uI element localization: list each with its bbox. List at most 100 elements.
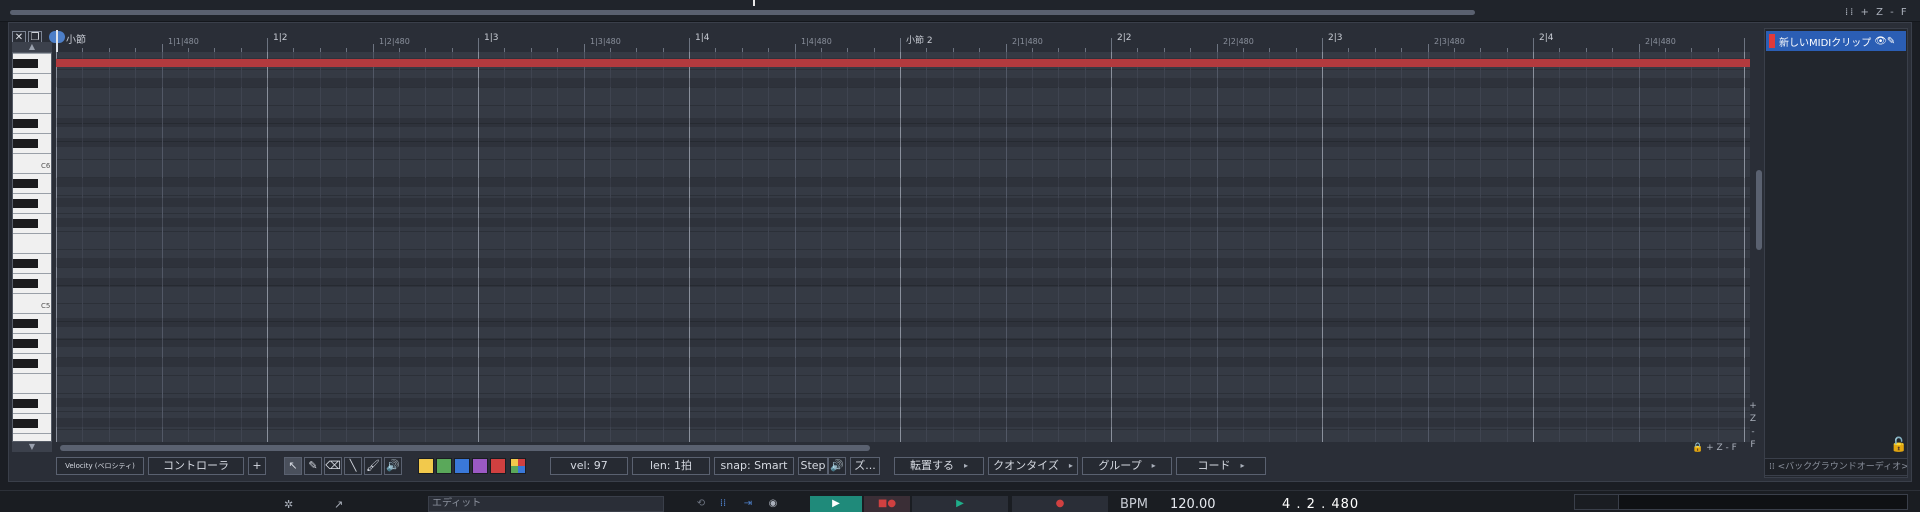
black-key[interactable] bbox=[13, 219, 38, 228]
play-button[interactable]: ▶ bbox=[912, 496, 1008, 512]
arrow-icon[interactable]: ↗ bbox=[334, 498, 354, 511]
line-tool-icon[interactable]: ╲ bbox=[344, 457, 362, 475]
color-swatch[interactable] bbox=[418, 458, 434, 474]
eraser-tool-icon[interactable]: ⌫ bbox=[324, 457, 342, 475]
white-key[interactable] bbox=[13, 273, 51, 274]
white-key[interactable] bbox=[13, 293, 51, 294]
black-key[interactable] bbox=[13, 359, 38, 368]
return-icon[interactable]: ⇥ bbox=[740, 496, 756, 512]
white-key[interactable] bbox=[13, 353, 51, 354]
brush-tool-icon[interactable]: 🖌 bbox=[364, 457, 382, 475]
gear-icon[interactable]: ✲ bbox=[284, 498, 296, 511]
white-key[interactable] bbox=[13, 193, 51, 194]
pencil-tool-icon[interactable]: ✎ bbox=[304, 457, 322, 475]
clip-list-item[interactable]: 新しいMIDIクリップ 👁✎ bbox=[1766, 31, 1906, 51]
zoom-fit-icon[interactable]: F bbox=[1747, 439, 1759, 452]
piano-keyboard[interactable]: C6C5C4 bbox=[12, 52, 52, 442]
edit-mode-field[interactable]: エディット bbox=[428, 496, 664, 512]
level-meter bbox=[1618, 494, 1908, 510]
black-key[interactable] bbox=[13, 79, 38, 88]
add-lane-button[interactable]: + bbox=[248, 457, 266, 475]
white-key[interactable] bbox=[13, 433, 51, 434]
black-key[interactable] bbox=[13, 199, 38, 208]
position-readout[interactable]: 4 . 2 . 480 bbox=[1282, 497, 1359, 512]
white-key[interactable] bbox=[13, 313, 51, 314]
zoom-in-icon[interactable]: + bbox=[1747, 400, 1759, 413]
note-grid[interactable] bbox=[56, 52, 1750, 442]
horizontal-zoom-controls[interactable]: 🔒 + Z - F bbox=[1692, 443, 1737, 453]
clip-start-marker[interactable] bbox=[56, 30, 58, 54]
loop-icon[interactable]: ⟲ bbox=[694, 496, 708, 512]
metronome-icon[interactable]: ◉ bbox=[764, 496, 782, 512]
transpose-menu[interactable]: 転置する bbox=[894, 457, 984, 475]
chord-menu[interactable]: コード bbox=[1176, 457, 1266, 475]
bpm-field[interactable]: 120.00 bbox=[1170, 497, 1216, 512]
quantize-menu[interactable]: クオンタイズ bbox=[988, 457, 1078, 475]
record-mode-button[interactable]: ■● bbox=[864, 496, 910, 512]
punch-icon[interactable]: ⁞⁞ bbox=[716, 496, 730, 512]
lock-icon[interactable]: 🔓 bbox=[1890, 437, 1907, 453]
black-key[interactable] bbox=[13, 179, 38, 188]
group-menu[interactable]: グループ bbox=[1082, 457, 1172, 475]
black-key[interactable] bbox=[13, 339, 38, 348]
white-key[interactable] bbox=[13, 213, 51, 214]
white-key[interactable] bbox=[13, 413, 51, 414]
white-key[interactable] bbox=[13, 53, 51, 54]
clip-visibility-edit-icon[interactable]: 👁✎ bbox=[1874, 36, 1895, 47]
vertical-zoom-controls[interactable]: + Z - F bbox=[1747, 400, 1759, 452]
white-key[interactable] bbox=[13, 133, 51, 134]
white-key[interactable] bbox=[13, 153, 51, 154]
controller-lane-button[interactable]: コントローラ bbox=[148, 457, 244, 475]
speaker-tool-icon[interactable]: 🔊 bbox=[384, 457, 402, 475]
black-key[interactable] bbox=[13, 119, 38, 128]
length-field[interactable]: len: 1拍 bbox=[632, 457, 710, 475]
black-key[interactable] bbox=[13, 59, 38, 68]
grid-line bbox=[1032, 52, 1033, 442]
velocity-field[interactable]: vel: 97 bbox=[550, 457, 628, 475]
arrangement-horizontal-scrollbar[interactable] bbox=[10, 10, 1475, 15]
grid-horizontal-scrollbar[interactable] bbox=[60, 445, 870, 451]
black-key[interactable] bbox=[13, 419, 38, 428]
overview-playhead bbox=[753, 0, 755, 6]
white-key[interactable] bbox=[13, 93, 51, 94]
clip-list-panel bbox=[1764, 28, 1908, 478]
grid-line bbox=[425, 52, 426, 442]
midi-clip-region-bar[interactable] bbox=[56, 59, 1750, 67]
midi-input-button[interactable]: ▶ bbox=[810, 496, 862, 512]
piano-scroll-up-icon[interactable]: ▲ bbox=[12, 42, 52, 52]
speaker-icon[interactable]: 🔊 bbox=[828, 457, 846, 475]
color-swatch[interactable] bbox=[436, 458, 452, 474]
white-key[interactable] bbox=[13, 233, 51, 234]
multi-color-swatch[interactable] bbox=[510, 458, 526, 474]
color-swatch[interactable] bbox=[454, 458, 470, 474]
record-button[interactable]: ● bbox=[1012, 496, 1108, 512]
step-input-button[interactable]: Step bbox=[798, 457, 828, 475]
white-key[interactable] bbox=[13, 333, 51, 334]
white-key[interactable] bbox=[13, 253, 51, 254]
grid-vertical-scrollbar[interactable] bbox=[1756, 170, 1762, 250]
octave-label: C6 bbox=[41, 162, 51, 170]
black-key[interactable] bbox=[13, 259, 38, 268]
white-key[interactable] bbox=[13, 393, 51, 394]
background-audio-selector[interactable]: ⁞⁞ <バックグラウンドオーディオ> bbox=[1764, 458, 1908, 476]
pointer-tool-icon[interactable]: ↖ bbox=[284, 457, 302, 475]
white-key[interactable] bbox=[13, 373, 51, 374]
color-swatch[interactable] bbox=[472, 458, 488, 474]
white-key[interactable] bbox=[13, 173, 51, 174]
ruler-label: 2|3|480 bbox=[1434, 37, 1465, 46]
color-swatch[interactable] bbox=[490, 458, 506, 474]
snap-field[interactable]: snap: Smart bbox=[714, 457, 794, 475]
z-button[interactable]: ズ... bbox=[850, 457, 880, 475]
zoom-out-icon[interactable]: - bbox=[1747, 426, 1759, 439]
black-key[interactable] bbox=[13, 319, 38, 328]
white-key[interactable] bbox=[13, 73, 51, 74]
black-key[interactable] bbox=[13, 139, 38, 148]
piano-scroll-down-icon[interactable]: ▼ bbox=[12, 442, 52, 452]
arrangement-zoom-controls[interactable]: ⁞⁞ + Z - F bbox=[1845, 7, 1909, 18]
black-key[interactable] bbox=[13, 279, 38, 288]
timeline-ruler[interactable]: 1|1|480 1|2 1|2|480 1|3 1|3|480 1|4 1|4|480 小節 … bbox=[56, 28, 1750, 52]
velocity-lane-selector[interactable]: Velocity (ベロシティ) bbox=[56, 457, 144, 475]
black-key[interactable] bbox=[13, 399, 38, 408]
black-key-row bbox=[56, 318, 1750, 327]
white-key[interactable] bbox=[13, 113, 51, 114]
